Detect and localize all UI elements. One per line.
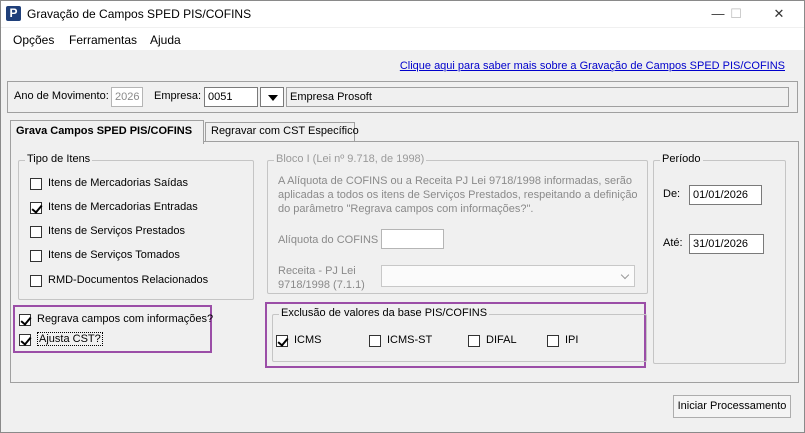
checkbox-label: ICMS-ST [387, 334, 433, 346]
tab-regravar-cst[interactable]: Regravar com CST Específico [205, 122, 359, 142]
chevron-down-icon [268, 95, 278, 101]
exclusao-title: Exclusão de valores da base PIS/COFINS [279, 307, 490, 319]
checkbox-label: RMD-Documentos Relacionados [48, 274, 209, 286]
receita-dropdown[interactable] [381, 265, 635, 287]
menu-opcoes[interactable]: Opções [13, 33, 54, 47]
chevron-down-icon [620, 270, 630, 280]
menu-bar: Opções Ferramentas Ajuda [1, 28, 804, 50]
tipo-itens-group: Tipo de Itens Itens de Mercadorias Saída… [18, 153, 254, 300]
menu-ferramentas[interactable]: Ferramentas [69, 33, 137, 47]
receita-label-1: Receita - PJ Lei [278, 265, 356, 277]
checkbox-label: IPI [565, 334, 579, 346]
checkbox-label: Regrava campos com informações? [37, 313, 214, 325]
header-group: Ano de Movimento: 2026 Empresa: 0051 Emp… [7, 81, 798, 113]
empresa-code-field[interactable]: 0051 [204, 87, 258, 107]
title-bar: P Gravação de Campos SPED PIS/COFINS — ☐… [1, 1, 804, 27]
checkbox[interactable] [468, 335, 480, 347]
checkbox-label: Itens de Serviços Tomados [48, 249, 180, 261]
checkbox[interactable] [276, 335, 288, 347]
receita-label-2: 9718/1998 (7.1.1) [278, 279, 365, 291]
checkbox-label: Itens de Mercadorias Saídas [48, 177, 189, 189]
periodo-title: Período [660, 153, 703, 165]
checkbox[interactable] [30, 250, 42, 262]
checkbox[interactable] [30, 202, 42, 214]
iniciar-processamento-button[interactable]: Iniciar Processamento [673, 395, 791, 418]
de-label: De: [663, 188, 681, 200]
ate-label: Até: [663, 237, 683, 249]
aliquota-label: Alíquota do COFINS [278, 234, 379, 246]
checkbox[interactable] [547, 335, 559, 347]
checkbox[interactable] [30, 275, 42, 287]
ano-field[interactable]: 2026 [111, 87, 143, 107]
aliquota-field[interactable] [381, 229, 444, 249]
checkbox-label: Itens de Mercadorias Entradas [48, 201, 198, 213]
bloco-i-group: Bloco I (Lei nº 9.718, de 1998) A Alíquo… [267, 153, 648, 294]
app-icon: P [6, 6, 21, 21]
ate-field[interactable]: 31/01/2026 [689, 234, 764, 254]
tab-panel: Tipo de Itens Itens de Mercadorias Saída… [10, 141, 799, 383]
close-button[interactable]: ✕ [765, 4, 793, 24]
tipo-itens-title: Tipo de Itens [25, 153, 93, 165]
checkbox-label: Ajusta CST? [37, 332, 103, 346]
checkbox-label: ICMS [294, 334, 322, 346]
checkbox-label: DIFAL [486, 334, 517, 346]
empresa-dropdown-button[interactable] [260, 87, 284, 107]
window-title: Gravação de Campos SPED PIS/COFINS [27, 7, 252, 21]
checkbox[interactable] [369, 335, 381, 347]
exclusao-group: Exclusão de valores da base PIS/COFINS I… [272, 307, 647, 362]
empresa-name-field: Empresa Prosoft [286, 87, 789, 107]
empresa-label: Empresa: [154, 90, 202, 102]
main-window: P Gravação de Campos SPED PIS/COFINS — ☐… [0, 0, 805, 433]
tab-grava-campos[interactable]: Grava Campos SPED PIS/COFINS [10, 120, 204, 144]
checkbox-label: Itens de Serviços Prestados [48, 225, 185, 237]
checkbox[interactable] [30, 226, 42, 238]
checkbox[interactable] [19, 334, 31, 346]
menu-ajuda[interactable]: Ajuda [150, 33, 181, 47]
bloco-i-description: A Alíquota de COFINS ou a Receita PJ Lei… [278, 175, 638, 215]
bloco-i-title: Bloco I (Lei nº 9.718, de 1998) [274, 153, 427, 165]
de-field[interactable]: 01/01/2026 [689, 185, 762, 205]
periodo-group: Período De: 01/01/2026 Até: 31/01/2026 [653, 153, 786, 364]
checkbox[interactable] [19, 314, 31, 326]
checkbox[interactable] [30, 178, 42, 190]
ano-label: Ano de Movimento: [14, 90, 109, 102]
maximize-button[interactable]: ☐ [722, 4, 750, 24]
help-link[interactable]: Clique aqui para saber mais sobre a Grav… [400, 60, 785, 72]
